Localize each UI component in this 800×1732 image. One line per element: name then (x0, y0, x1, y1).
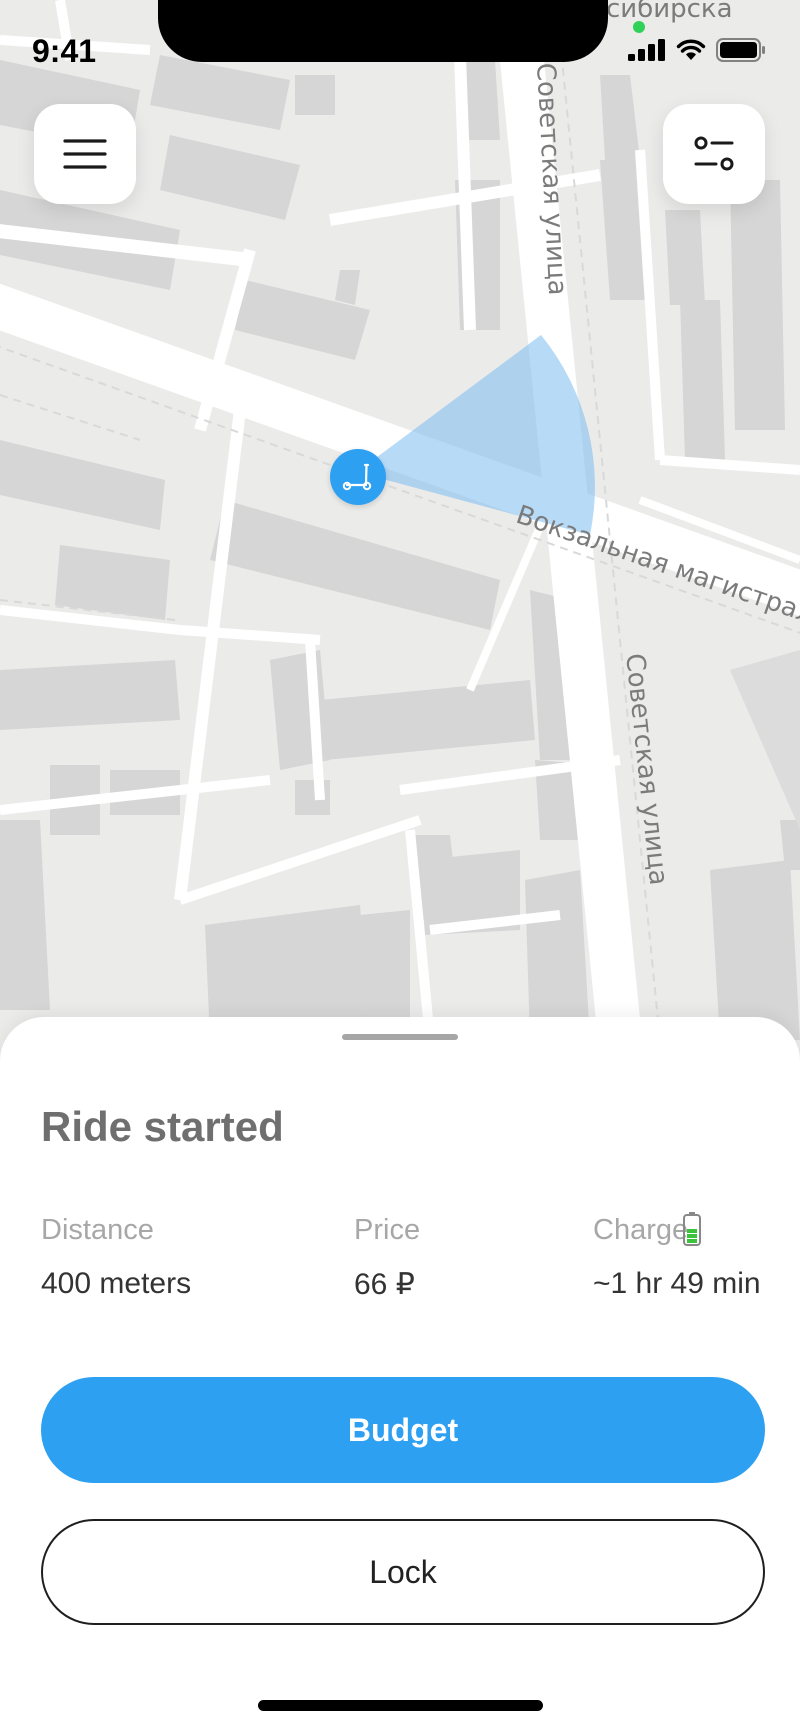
scooter-location-pin[interactable] (330, 449, 386, 505)
budget-button[interactable]: Budget (41, 1377, 765, 1483)
charge-value: ~1 hr 49 min (593, 1267, 761, 1300)
menu-button[interactable] (34, 104, 136, 204)
hamburger-icon (63, 139, 107, 169)
status-bar: 9:41 (0, 0, 800, 100)
cellular-signal-icon (628, 39, 665, 61)
home-indicator (258, 1700, 543, 1711)
charge-label-row: Charge (593, 1211, 761, 1247)
charge-stat: Charge ~1 hr 49 min (593, 1211, 761, 1301)
battery-icon (683, 1211, 702, 1246)
sheet-grabber[interactable] (342, 1034, 458, 1040)
scooter-icon (342, 463, 372, 491)
filter-button[interactable] (663, 104, 765, 204)
charge-label: Charge (593, 1214, 689, 1246)
wifi-icon (676, 39, 706, 60)
battery-status-icon (716, 38, 765, 62)
price-label: Price (354, 1214, 421, 1246)
price-stat: Price 66 ₽ (354, 1214, 420, 1302)
lock-button[interactable]: Lock (41, 1519, 765, 1625)
distance-stat: Distance 400 meters (41, 1214, 191, 1301)
device-notch (158, 0, 608, 62)
ride-status-title: Ride started (41, 1103, 284, 1150)
ride-bottom-sheet[interactable]: Ride started Distance 400 meters Price 6… (0, 1017, 800, 1732)
status-time: 9:41 (32, 33, 97, 69)
filter-sliders-icon (694, 136, 734, 171)
system-icons (628, 38, 766, 62)
distance-value: 400 meters (41, 1267, 192, 1300)
mic-indicator-dot (633, 21, 645, 33)
price-value: 66 ₽ (354, 1268, 415, 1301)
distance-label: Distance (41, 1214, 154, 1246)
